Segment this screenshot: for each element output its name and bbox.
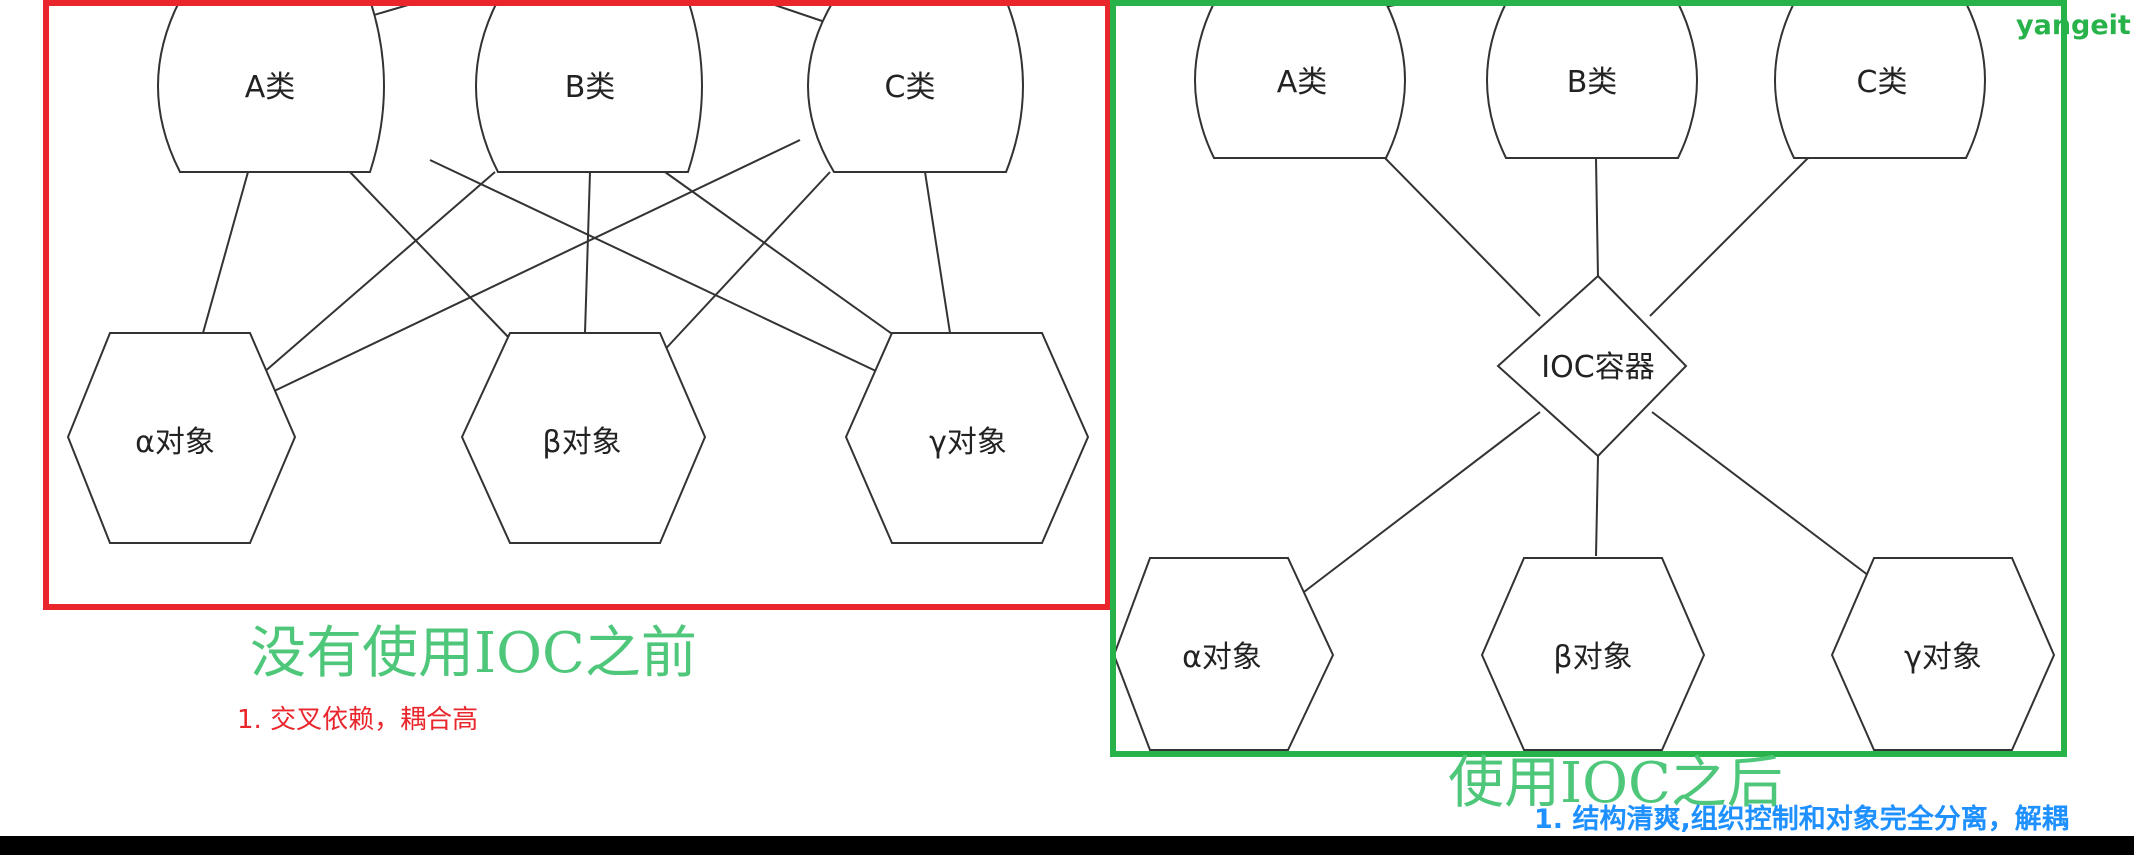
left-class-b: B类 (475, 0, 703, 173)
class-b-label: B类 (1567, 65, 1618, 100)
connector-b-ioc (1595, 157, 1599, 279)
class-c-label: C类 (1857, 65, 1908, 100)
right-diagram: A类 B类 C类 IOC容器 α对象 β对象 γ对象 (1110, 0, 2067, 757)
connector-c-ioc (1649, 157, 1809, 317)
connector-b-beta (584, 171, 591, 334)
left-object-beta: β对象 (460, 332, 707, 544)
right-class-c: C类 (1774, 1, 1986, 159)
right-class-b: B类 (1486, 1, 1698, 159)
connector-c-beta (657, 171, 831, 358)
object-beta-label: β对象 (1553, 640, 1632, 675)
class-b-label: B类 (565, 70, 616, 105)
class-c-label: C类 (885, 70, 936, 105)
left-object-gamma: γ对象 (844, 332, 1090, 544)
bottom-bar (0, 836, 2134, 855)
ioc-container-label: IOC容器 (1541, 350, 1654, 385)
connector-ioc-gamma (1651, 411, 1894, 595)
right-class-a: A类 (1194, 1, 1406, 159)
right-object-alpha: α对象 (1112, 557, 1335, 751)
object-alpha-label: α对象 (135, 425, 215, 460)
left-diagram: A类 B类 C类 α对象 β对象 γ对象 (43, 0, 1111, 610)
right-object-gamma: γ对象 (1830, 557, 2056, 751)
left-class-a: A类 (157, 0, 385, 173)
class-a-label: A类 (245, 70, 296, 105)
connector-c-gamma (924, 171, 951, 334)
watermark-logo: yangeit (2016, 10, 2131, 41)
left-note: 1. 交叉依赖，耦合高 (237, 705, 478, 735)
class-a-label: A类 (1277, 65, 1328, 100)
ioc-comparison-diagram: A类 B类 C类 α对象 β对象 γ对象 没有使用IOC之前 1. 交叉依赖，耦… (0, 0, 2134, 855)
connector-ioc-beta (1595, 455, 1599, 557)
object-alpha-label: α对象 (1182, 640, 1262, 675)
right-note: 1. 结构清爽,组织控制和对象完全分离，解耦 (1534, 803, 2069, 835)
left-title: 没有使用IOC之前 (250, 621, 697, 686)
right-object-beta: β对象 (1480, 557, 1706, 751)
connector-a-ioc (1384, 157, 1541, 317)
object-beta-label: β对象 (542, 425, 621, 460)
left-class-c: C类 (807, 0, 1024, 173)
connector-b-alpha (254, 171, 496, 381)
left-object-alpha: α对象 (66, 332, 297, 544)
connector-ioc-alpha (1299, 411, 1541, 596)
object-gamma-label: γ对象 (1904, 640, 1982, 675)
object-gamma-label: γ对象 (929, 425, 1007, 460)
connector-a-alpha (202, 171, 249, 334)
